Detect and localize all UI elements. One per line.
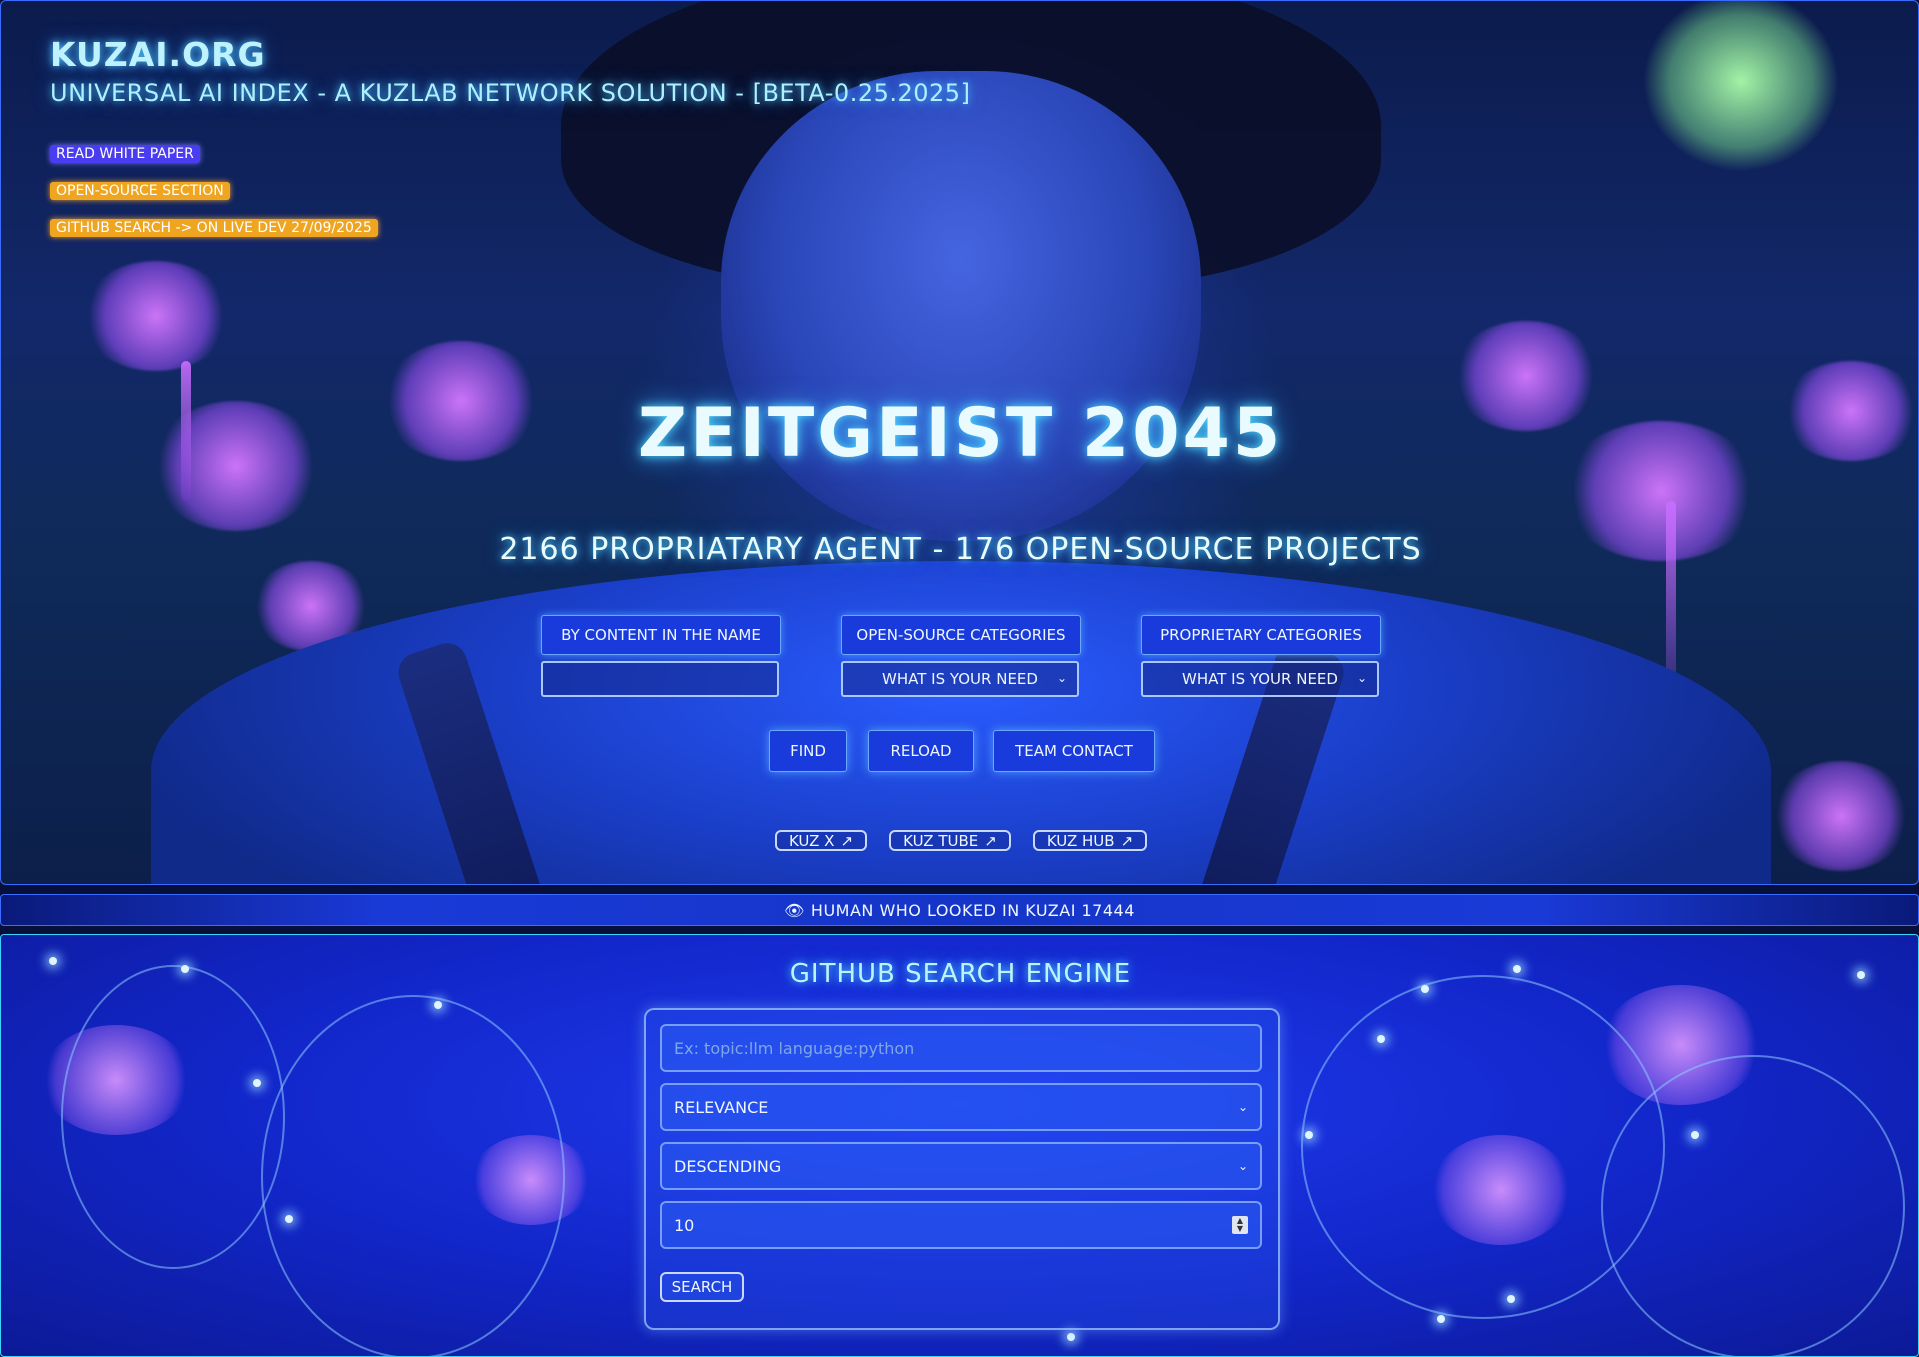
github-search-link[interactable]: GITHUB SEARCH -> ON LIVE DEV 27/09/2025 bbox=[50, 219, 378, 237]
chevron-down-icon: ⌄ bbox=[1356, 671, 1367, 685]
github-query-input[interactable]: Ex: topic:llm language:python bbox=[660, 1024, 1262, 1072]
site-brand[interactable]: KUZAI.ORG bbox=[50, 35, 266, 74]
sort-select[interactable]: RELEVANCE ⌄ bbox=[660, 1083, 1262, 1131]
vine-decoration bbox=[1601, 1055, 1905, 1356]
hero-section: KUZAI.ORG UNIVERSAL AI INDEX - A KUZLAB … bbox=[0, 0, 1919, 885]
node-decoration bbox=[285, 1215, 293, 1223]
node-decoration bbox=[253, 1079, 261, 1087]
kuz-tube-link[interactable]: KUZ TUBE ↗ bbox=[889, 830, 1011, 851]
kuz-tube-label: KUZ TUBE bbox=[903, 831, 979, 850]
node-decoration bbox=[434, 1001, 442, 1009]
visitor-counter-text: HUMAN WHO LOOKED IN KUZAI 17444 bbox=[810, 900, 1135, 920]
results-per-page-input[interactable]: 10 ▲ ▼ bbox=[660, 1201, 1262, 1249]
open-source-category-select[interactable]: WHAT IS YOUR NEED ⌄ bbox=[841, 661, 1079, 697]
proprietary-category-select[interactable]: WHAT IS YOUR NEED ⌄ bbox=[1141, 661, 1379, 697]
vine-decoration bbox=[261, 995, 565, 1356]
team-contact-button[interactable]: TEAM CONTACT bbox=[993, 730, 1155, 772]
order-select-value: DESCENDING bbox=[674, 1156, 782, 1176]
vine-decoration bbox=[1301, 975, 1665, 1319]
name-search-input[interactable] bbox=[541, 661, 779, 697]
node-decoration bbox=[1377, 1035, 1385, 1043]
kuz-hub-label: KUZ HUB bbox=[1046, 831, 1115, 850]
external-link-icon: ↗ bbox=[1120, 831, 1134, 850]
chevron-down-icon: ⌄ bbox=[1237, 1159, 1248, 1173]
sort-select-value: RELEVANCE bbox=[674, 1097, 769, 1117]
github-search-section: GITHUB SEARCH ENGINE Ex: topic:llm langu… bbox=[0, 934, 1919, 1357]
flower-decoration bbox=[81, 261, 231, 371]
node-decoration bbox=[1691, 1131, 1699, 1139]
kuz-x-link[interactable]: KUZ X ↗ bbox=[775, 830, 867, 851]
flower-decoration bbox=[1771, 761, 1911, 871]
hero-title: ZEITGEIST 2045 bbox=[637, 394, 1284, 473]
kuz-x-label: KUZ X bbox=[788, 831, 835, 850]
github-search-form: Ex: topic:llm language:python RELEVANCE … bbox=[644, 1008, 1280, 1330]
node-decoration bbox=[1437, 1315, 1445, 1323]
chevron-down-icon: ⌄ bbox=[1056, 671, 1067, 685]
kuz-hub-link[interactable]: KUZ HUB ↗ bbox=[1033, 830, 1147, 851]
github-search-title: GITHUB SEARCH ENGINE bbox=[789, 959, 1132, 989]
vine-decoration bbox=[61, 965, 285, 1269]
node-decoration bbox=[1305, 1131, 1313, 1139]
read-white-paper-link[interactable]: READ WHITE PAPER bbox=[50, 145, 200, 163]
reload-button[interactable]: RELOAD bbox=[868, 730, 974, 772]
site-subtitle: UNIVERSAL AI INDEX - A KUZLAB NETWORK SO… bbox=[50, 79, 971, 107]
open-source-section-link[interactable]: OPEN-SOURCE SECTION bbox=[50, 182, 230, 200]
external-link-icon: ↗ bbox=[984, 831, 997, 850]
number-stepper-icon[interactable]: ▲ ▼ bbox=[1232, 1216, 1248, 1234]
order-select[interactable]: DESCENDING ⌄ bbox=[660, 1142, 1262, 1190]
eye-icon: 👁 bbox=[784, 900, 805, 920]
open-source-select-value: WHAT IS YOUR NEED bbox=[882, 670, 1038, 688]
results-per-page-value: 10 bbox=[674, 1215, 695, 1235]
node-decoration bbox=[1067, 1333, 1075, 1341]
external-link-icon: ↗ bbox=[840, 831, 854, 850]
find-button[interactable]: FIND bbox=[769, 730, 847, 772]
hero-counts: 2166 PROPRIATARY AGENT - 176 OPEN-SOURCE… bbox=[499, 532, 1422, 567]
open-source-categories-label: OPEN-SOURCE CATEGORIES bbox=[841, 615, 1081, 655]
node-decoration bbox=[1507, 1295, 1515, 1303]
github-search-button[interactable]: SEARCH bbox=[660, 1272, 744, 1302]
proprietary-select-value: WHAT IS YOUR NEED bbox=[1182, 670, 1338, 688]
proprietary-categories-label: PROPRIETARY CATEGORIES bbox=[1141, 615, 1381, 655]
by-content-label: BY CONTENT IN THE NAME bbox=[541, 615, 781, 655]
visitor-counter-bar: 👁 HUMAN WHO LOOKED IN KUZAI 17444 bbox=[0, 894, 1919, 926]
chevron-down-icon: ⌄ bbox=[1237, 1100, 1248, 1114]
